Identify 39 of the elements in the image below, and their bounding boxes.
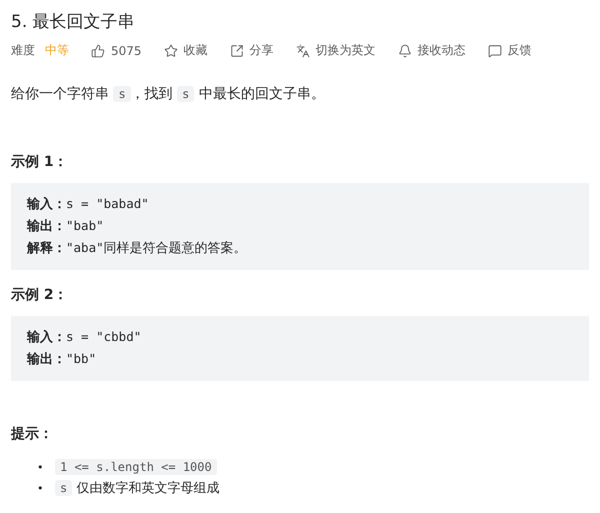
description-text: ，找到 <box>130 86 174 102</box>
action-button[interactable]: 分享 <box>230 42 274 59</box>
thumbs-up-icon <box>91 44 105 58</box>
bullet: • <box>37 481 44 497</box>
difficulty-label: 难度 <box>11 42 35 59</box>
difficulty-level: 中等 <box>45 42 69 59</box>
example-value: s = "cbbd" <box>66 328 142 346</box>
action-button[interactable]: 反馈 <box>488 42 532 59</box>
bell-icon <box>398 44 412 58</box>
like-button[interactable]: 5075 <box>91 44 142 58</box>
star-icon <box>164 44 178 58</box>
description-text: 中最长的回文子串。 <box>198 86 325 102</box>
example-value: s = "babad" <box>66 195 149 213</box>
inline-code: 1 <= s.length <= 1000 <box>55 459 217 475</box>
example-label: 输出： <box>27 351 66 369</box>
action-button[interactable]: 切换为英文 <box>296 42 376 59</box>
share-icon <box>230 44 244 58</box>
example-label: 输入： <box>27 329 66 347</box>
inline-code: s <box>177 86 194 102</box>
description-text: 仅由数字和英文字母组成 <box>75 481 220 496</box>
example-value: "bb" <box>66 350 96 368</box>
inline-code: s <box>55 480 72 496</box>
problem-title: 5. 最长回文子串 <box>11 11 136 34</box>
inline-code: s <box>113 86 131 102</box>
example-note: 同样是符合题意的答案。 <box>104 240 247 258</box>
translate-icon <box>296 44 310 58</box>
action-button[interactable]: 接收动态 <box>398 42 466 59</box>
example-label: 输入： <box>27 196 66 214</box>
example-label: 输出： <box>27 218 66 236</box>
hints-heading: 提示： <box>11 425 54 443</box>
action-button[interactable]: 收藏 <box>164 42 208 59</box>
example-heading: 示例 2： <box>11 286 69 304</box>
example-label: 解释： <box>27 240 66 258</box>
bullet: • <box>37 460 44 476</box>
example-value: "aba" <box>66 239 104 257</box>
feedback-icon <box>488 44 502 58</box>
example-value: "bab" <box>66 217 104 235</box>
example-heading: 示例 1： <box>11 153 69 171</box>
description-text: 给你一个字符串 <box>11 86 110 102</box>
